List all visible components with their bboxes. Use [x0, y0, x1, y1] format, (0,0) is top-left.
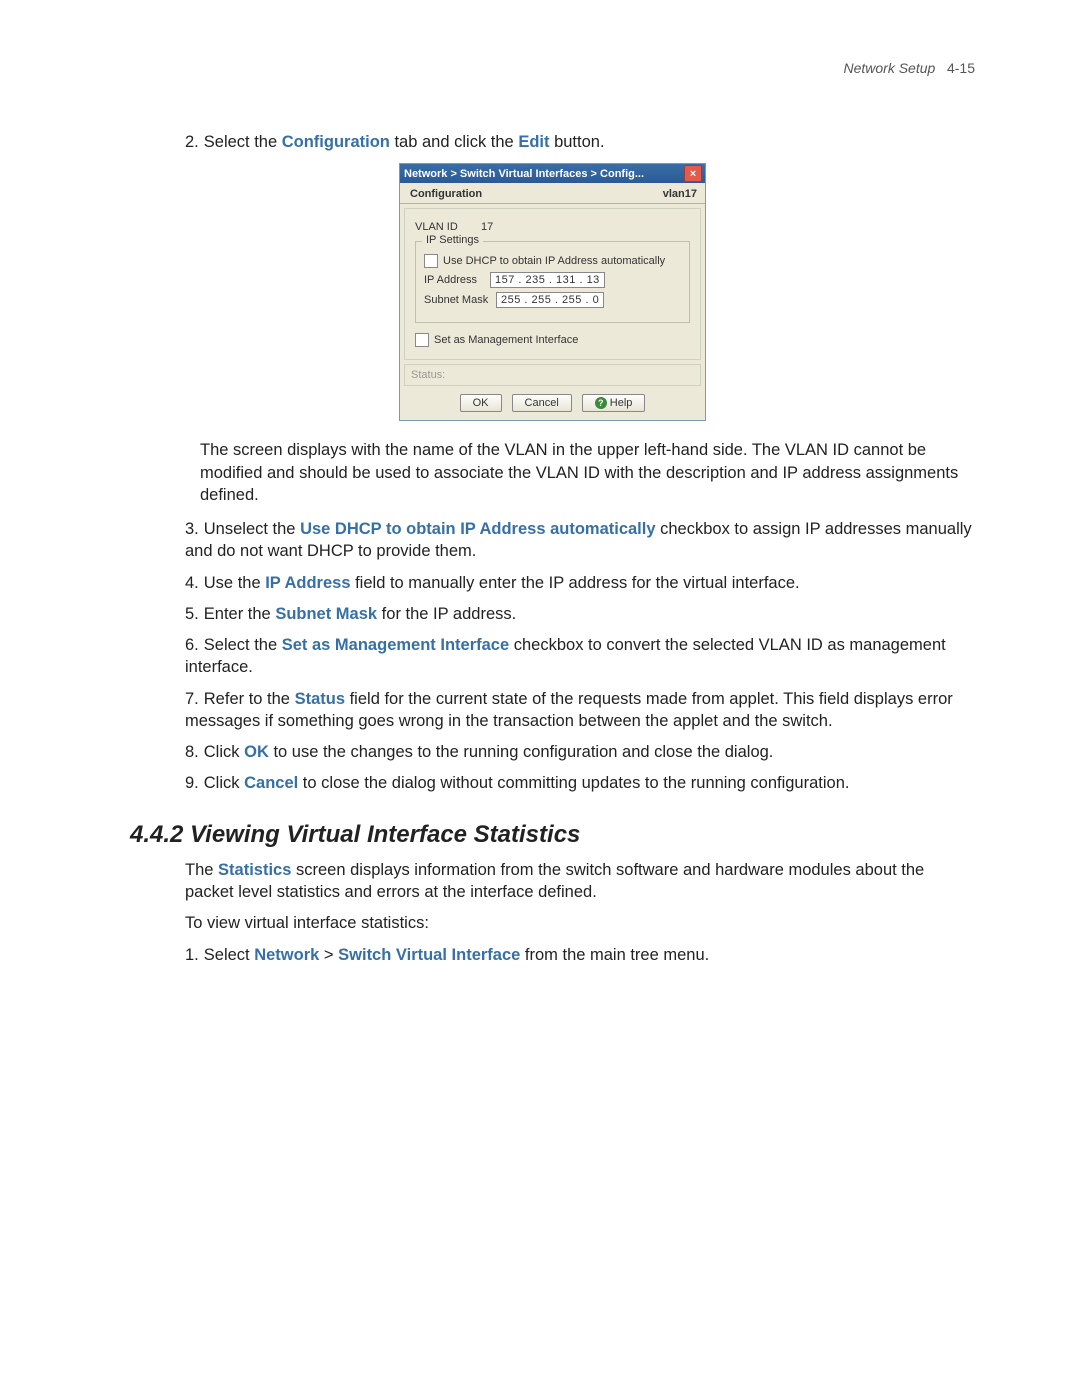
- step-7: 7.Refer to the Status field for the curr…: [185, 688, 975, 733]
- step-5: 5.Enter the Subnet Mask for the IP addre…: [185, 603, 975, 625]
- help-icon: ?: [595, 397, 607, 409]
- vlan-id-value: 17: [481, 221, 493, 233]
- tab-configuration[interactable]: Configuration: [404, 186, 488, 203]
- close-icon[interactable]: ×: [684, 165, 702, 182]
- post-dialog-paragraph: The screen displays with the name of the…: [200, 439, 975, 506]
- statistics-paragraph: The Statistics screen displays informati…: [185, 859, 975, 904]
- page-header: Network Setup 4-15: [130, 60, 975, 76]
- dhcp-label: Use DHCP to obtain IP Address automatica…: [443, 255, 665, 267]
- step-2: 2.Select the Configuration tab and click…: [185, 131, 975, 153]
- subnet-mask-label: Subnet Mask: [424, 294, 496, 306]
- step-9: 9.Click Cancel to close the dialog witho…: [185, 772, 975, 794]
- cancel-button[interactable]: Cancel: [512, 394, 572, 412]
- status-label: Status:: [411, 369, 445, 381]
- step-8: 8.Click OK to use the changes to the run…: [185, 741, 975, 763]
- ip-settings-fieldset: IP Settings Use DHCP to obtain IP Addres…: [415, 241, 690, 323]
- stats-step-1: 1.Select Network > Switch Virtual Interf…: [185, 944, 975, 966]
- step-6: 6.Select the Set as Management Interface…: [185, 634, 975, 679]
- subnet-mask-input[interactable]: 255 . 255 . 255 . 0: [496, 292, 604, 308]
- ip-address-label: IP Address: [424, 274, 490, 286]
- section-heading-4-4-2: 4.4.2 Viewing Virtual Interface Statisti…: [130, 821, 975, 849]
- statistics-intro: To view virtual interface statistics:: [185, 912, 975, 934]
- mgmt-interface-checkbox[interactable]: [415, 333, 429, 347]
- vlan-name-label: vlan17: [661, 186, 699, 203]
- mgmt-interface-label: Set as Management Interface: [434, 334, 578, 346]
- step-3: 3.Unselect the Use DHCP to obtain IP Add…: [185, 518, 975, 563]
- ip-settings-legend: IP Settings: [422, 234, 483, 246]
- dialog-titlebar: Network > Switch Virtual Interfaces > Co…: [400, 164, 705, 183]
- header-section: Network Setup: [843, 60, 935, 76]
- header-page-num: 4-15: [947, 60, 975, 76]
- dhcp-checkbox[interactable]: [424, 254, 438, 268]
- vlan-id-row: VLAN ID 17: [415, 221, 690, 233]
- ip-address-input[interactable]: 157 . 235 . 131 . 13: [490, 272, 605, 288]
- vlan-id-label: VLAN ID: [415, 221, 481, 233]
- ok-button[interactable]: OK: [460, 394, 502, 412]
- status-bar: Status:: [404, 364, 701, 386]
- step-4: 4.Use the IP Address field to manually e…: [185, 572, 975, 594]
- dialog-title: Network > Switch Virtual Interfaces > Co…: [404, 168, 644, 180]
- help-button[interactable]: ?Help: [582, 394, 646, 412]
- config-dialog: Network > Switch Virtual Interfaces > Co…: [399, 163, 706, 421]
